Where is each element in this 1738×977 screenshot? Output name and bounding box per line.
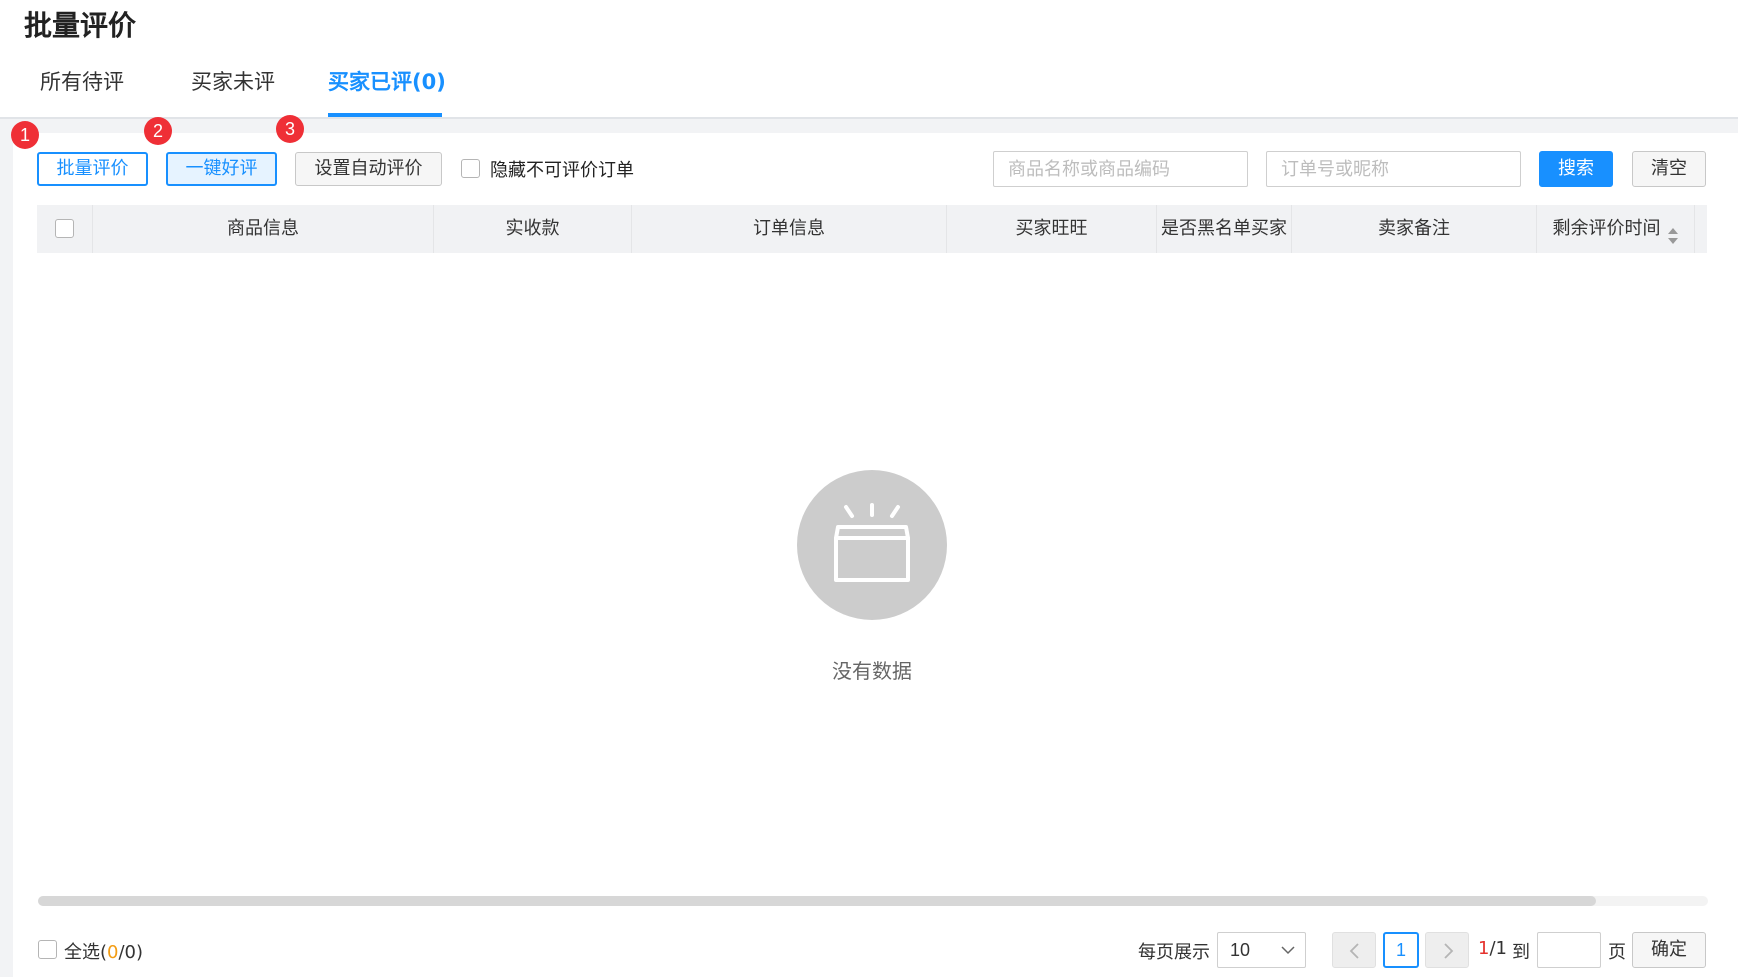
step-badge-2: 2 [144, 117, 172, 145]
active-tab-indicator [328, 113, 442, 117]
goto-page-input[interactable] [1537, 932, 1601, 968]
next-page-button[interactable] [1425, 932, 1469, 968]
select-all-prefix: 全选( [64, 942, 108, 963]
header-select-cell [37, 205, 93, 253]
search-button[interactable]: 搜索 [1539, 151, 1613, 187]
empty-state-text: 没有数据 [832, 659, 912, 683]
order-search-input[interactable] [1266, 151, 1521, 187]
column-header-order-info: 订单信息 [632, 205, 947, 253]
empty-box-icon [797, 470, 947, 620]
page-size-label: 每页展示 [1138, 942, 1210, 963]
page-header: 批量评价 所有待评 买家未评 买家已评(0) [0, 0, 1738, 119]
goto-confirm-button[interactable]: 确定 [1632, 932, 1706, 968]
page-title: 批量评价 [24, 9, 137, 42]
set-auto-review-button[interactable]: 设置自动评价 [295, 152, 442, 186]
step-badge-3: 3 [276, 115, 304, 143]
step-badge-1: 1 [11, 121, 39, 149]
chevron-down-icon [1281, 946, 1295, 955]
selected-count: 0 [107, 942, 119, 963]
column-header-buyer-wangwang: 买家旺旺 [947, 205, 1157, 253]
hide-unreviewable-label: 隐藏不可评价订单 [490, 160, 634, 181]
column-header-seller-note: 卖家备注 [1292, 205, 1537, 253]
goto-label: 到 [1512, 942, 1530, 963]
chevron-left-icon [1349, 943, 1359, 959]
page-info-total: /1 [1489, 938, 1507, 959]
tab-all-pending[interactable]: 所有待评 [40, 66, 124, 96]
column-header-product-info: 商品信息 [93, 205, 434, 253]
batch-review-button[interactable]: 批量评价 [37, 152, 148, 186]
hide-unreviewable-checkbox[interactable] [461, 159, 480, 178]
prev-page-button[interactable] [1332, 932, 1376, 968]
current-page-button[interactable]: 1 [1383, 932, 1419, 968]
clear-button[interactable]: 清空 [1632, 151, 1706, 187]
footer-select-all-checkbox[interactable] [38, 940, 57, 959]
tab-buyer-reviewed[interactable]: 买家已评(0) [328, 66, 446, 96]
header-select-all-checkbox[interactable] [55, 219, 74, 238]
page-size-select[interactable]: 10 [1217, 932, 1306, 968]
tab-buyer-not-reviewed[interactable]: 买家未评 [191, 66, 275, 96]
page-unit-label: 页 [1608, 942, 1626, 963]
one-click-good-review-button[interactable]: 一键好评 [166, 152, 277, 186]
product-search-input[interactable] [993, 151, 1248, 187]
column-header-remaining-time[interactable]: 剩余评价时间 [1537, 205, 1695, 253]
remaining-time-label: 剩余评价时间 [1552, 218, 1661, 239]
horizontal-scrollbar[interactable] [38, 896, 1708, 906]
column-header-blacklist-buyer: 是否黑名单买家 [1157, 205, 1292, 253]
scrollbar-thumb[interactable] [38, 896, 1596, 906]
select-all-label: 全选(0/0) [64, 938, 143, 964]
page-size-value: 10 [1230, 940, 1251, 960]
sort-icon[interactable] [1667, 217, 1679, 244]
select-all-suffix: /0) [118, 942, 144, 963]
column-header-amount-received: 实收款 [434, 205, 632, 253]
page-info-current: 1 [1478, 938, 1490, 959]
chevron-right-icon [1444, 943, 1454, 959]
table-header: 商品信息 实收款 订单信息 买家旺旺 是否黑名单买家 卖家备注 剩余评价时间 [37, 205, 1707, 253]
page-info: 1/1 [1478, 938, 1507, 959]
